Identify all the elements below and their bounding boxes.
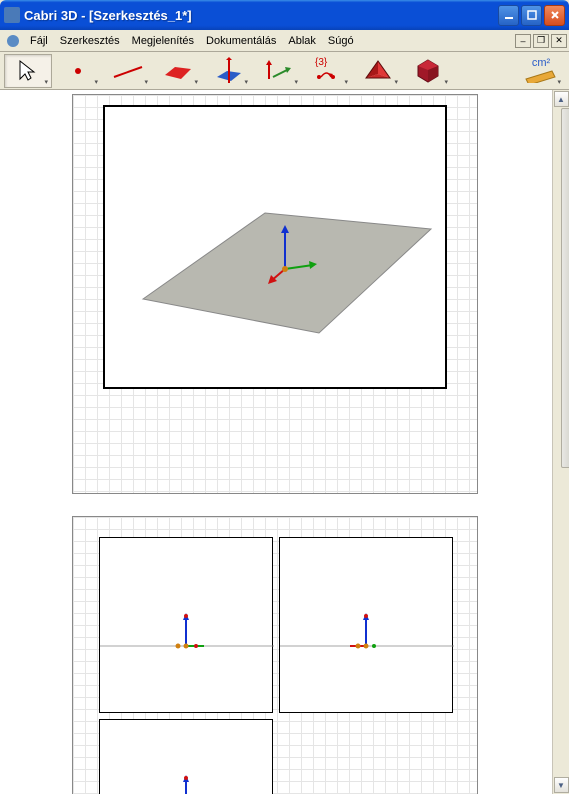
workspace: ▲ ▼ <box>0 90 569 794</box>
cursor-icon <box>16 58 40 84</box>
scene-2d-2 <box>280 538 454 714</box>
polyhedron-icon <box>414 58 442 84</box>
tool-line[interactable]: ▾ <box>104 54 152 88</box>
tool-polyhedra[interactable]: ▾ <box>354 54 402 88</box>
point-icon <box>66 59 90 83</box>
dropdown-arrow-icon: ▾ <box>44 78 48 86</box>
dropdown-arrow-icon: ▾ <box>394 78 398 86</box>
menu-document[interactable]: Dokumentálás <box>200 33 282 49</box>
mdi-restore-button[interactable]: ❐ <box>533 34 549 48</box>
menu-file[interactable]: Fájl <box>24 33 54 49</box>
dropdown-arrow-icon: ▾ <box>194 78 198 86</box>
tool-transformation[interactable]: {3} ▾ <box>304 54 352 88</box>
dropdown-arrow-icon: ▾ <box>344 78 348 86</box>
vertical-scrollbar[interactable]: ▲ ▼ <box>552 90 569 794</box>
tool-measure[interactable]: cm² ▾ <box>517 54 565 88</box>
tetrahedron-icon <box>363 58 393 84</box>
dropdown-arrow-icon: ▾ <box>444 78 448 86</box>
mdi-minimize-button[interactable]: – <box>515 34 531 48</box>
close-icon <box>550 10 560 20</box>
menu-window[interactable]: Ablak <box>282 33 322 49</box>
transformation-badge: {3} <box>315 57 327 68</box>
dropdown-arrow-icon: ▾ <box>244 78 248 86</box>
intersection-icon <box>263 59 293 83</box>
tool-select[interactable]: ▾ <box>4 54 52 88</box>
dropdown-arrow-icon: ▾ <box>557 78 561 86</box>
window-title: Cabri 3D - [Szerkesztés_1*] <box>24 8 498 23</box>
window-controls <box>498 5 565 26</box>
document-page-1 <box>72 94 478 494</box>
dropdown-arrow-icon: ▾ <box>144 78 148 86</box>
tool-solid[interactable]: ▾ <box>404 54 452 88</box>
scrollbar-thumb[interactable] <box>561 108 569 468</box>
maximize-icon <box>527 10 537 20</box>
scene-2d-3 <box>100 720 274 794</box>
menu-edit[interactable]: Szerkesztés <box>54 33 126 49</box>
tool-point[interactable]: ▾ <box>54 54 102 88</box>
minimize-icon <box>504 10 514 20</box>
main-toolbar: ▾ ▾ ▾ ▾ ▾ ▾ {3} <box>0 52 569 90</box>
scene-3d <box>105 107 449 391</box>
canvas-area[interactable] <box>0 90 552 794</box>
measure-label: cm² <box>532 57 550 69</box>
close-button[interactable] <box>544 5 565 26</box>
scroll-down-button[interactable]: ▼ <box>554 777 569 793</box>
document-page-2 <box>72 516 478 794</box>
title-bar: Cabri 3D - [Szerkesztés_1*] <box>0 0 569 30</box>
line-icon <box>111 59 145 83</box>
dropdown-arrow-icon: ▾ <box>294 78 298 86</box>
mdi-close-button[interactable]: ✕ <box>551 34 567 48</box>
view-bottom-left[interactable] <box>99 719 273 794</box>
tool-perpendicular[interactable]: ▾ <box>204 54 252 88</box>
minimize-button[interactable] <box>498 5 519 26</box>
scroll-up-button[interactable]: ▲ <box>554 91 569 107</box>
tool-intersection[interactable]: ▾ <box>254 54 302 88</box>
menu-bar: Fájl Szerkesztés Megjelenítés Dokumentál… <box>0 30 569 52</box>
perpendicular-icon <box>211 57 245 85</box>
ruler-icon <box>524 69 558 83</box>
surface-icon <box>161 59 195 83</box>
menu-help[interactable]: Súgó <box>322 33 360 49</box>
scene-2d-1 <box>100 538 274 714</box>
tool-surface[interactable]: ▾ <box>154 54 202 88</box>
view-top-right[interactable] <box>279 537 453 713</box>
dropdown-arrow-icon: ▾ <box>94 78 98 86</box>
app-menu-icon <box>5 33 21 49</box>
view-top-left[interactable] <box>99 537 273 713</box>
maximize-button[interactable] <box>521 5 542 26</box>
app-icon <box>4 7 20 23</box>
menu-view[interactable]: Megjelenítés <box>126 33 200 49</box>
mdi-controls: – ❐ ✕ <box>515 34 567 48</box>
view3d-main[interactable] <box>103 105 447 389</box>
